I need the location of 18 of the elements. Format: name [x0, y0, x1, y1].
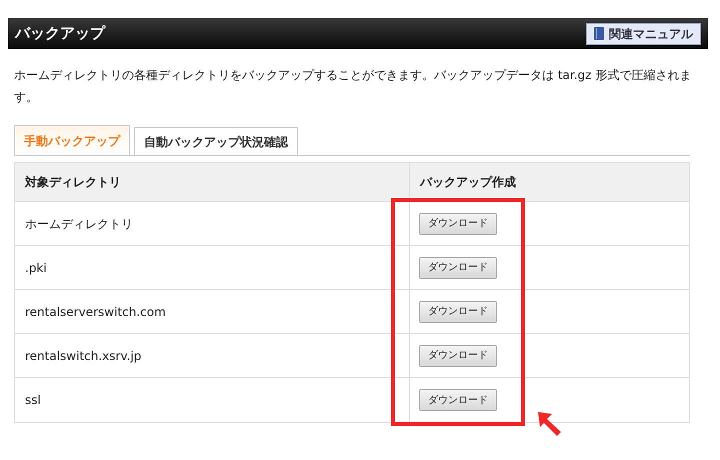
- page-title: バックアップ: [15, 23, 105, 44]
- directory-name: .pki: [25, 260, 47, 276]
- download-button[interactable]: ダウンロード: [419, 256, 497, 278]
- arrow-icon: [538, 412, 562, 436]
- directory-name: ssl: [25, 392, 41, 409]
- description-text: ホームディレクトリの各種ディレクトリをバックアップすることができます。バックアップデータは tar.gz 形式で圧縮されます。: [14, 67, 692, 106]
- download-button[interactable]: ダウンロード: [419, 344, 497, 366]
- column-header: 対象ディレクトリ: [15, 163, 410, 201]
- directory-name: ホームディレクトリ: [25, 216, 133, 232]
- manual-button[interactable]: 関連マニュアル: [586, 22, 701, 44]
- directory-name: rentalserverswitch.com: [25, 304, 166, 320]
- tab[interactable]: 自動バックアップ状況確認: [134, 127, 298, 155]
- column-header: バックアップ作成: [418, 174, 517, 191]
- download-button[interactable]: ダウンロード: [419, 300, 497, 322]
- download-button[interactable]: ダウンロード: [419, 212, 497, 234]
- directory-name: rentalswitch.xsrv.jp: [25, 348, 142, 364]
- download-button[interactable]: ダウンロード: [419, 389, 497, 411]
- book-icon: [594, 27, 604, 40]
